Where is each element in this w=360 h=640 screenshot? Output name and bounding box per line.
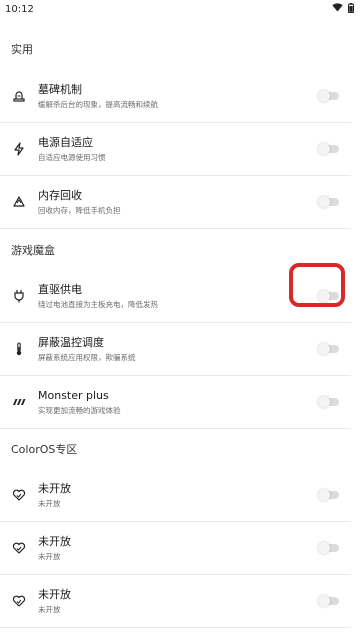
heart-icon bbox=[0, 541, 37, 555]
monster-logo-icon bbox=[0, 395, 37, 409]
setting-row-thermal-block[interactable]: 屏蔽温控调度 屏蔽系统应用权限，欺骗系统 bbox=[0, 323, 351, 376]
setting-title: 未开放 bbox=[38, 534, 71, 548]
setting-subtitle: 绕过电池直接为主板充电，降低发热 bbox=[38, 299, 158, 309]
battery-icon bbox=[348, 2, 354, 16]
setting-row-memory-recycle[interactable]: 内存回收 回收内存，降低手机负担 bbox=[0, 176, 351, 229]
heart-icon bbox=[0, 488, 37, 502]
setting-row-unavailable-3[interactable]: 未开放 未开放 bbox=[0, 575, 351, 628]
heart-icon bbox=[0, 594, 37, 608]
direct-power-toggle[interactable] bbox=[318, 290, 339, 302]
setting-title: Monster plus bbox=[38, 388, 109, 402]
toggle-knob bbox=[318, 489, 330, 501]
unavailable-toggle-1[interactable] bbox=[318, 489, 339, 501]
toggle-knob bbox=[318, 143, 330, 155]
section-header-utility: 实用 bbox=[11, 43, 33, 56]
status-bar: 10:12 bbox=[0, 0, 360, 18]
recycle-icon bbox=[0, 195, 37, 209]
unavailable-toggle-2[interactable] bbox=[318, 542, 339, 554]
toggle-knob bbox=[318, 90, 330, 102]
power-adaptive-toggle[interactable] bbox=[318, 143, 339, 155]
setting-row-monster-plus[interactable]: Monster plus 实现更加流畅的游戏体验 bbox=[0, 376, 351, 429]
monster-plus-toggle[interactable] bbox=[318, 396, 339, 408]
setting-subtitle: 实现更加流畅的游戏体验 bbox=[38, 405, 121, 415]
setting-row-unavailable-1[interactable]: 未开放 未开放 bbox=[0, 469, 351, 522]
setting-title: 电源自适应 bbox=[38, 135, 93, 149]
wifi-icon bbox=[332, 3, 343, 15]
setting-subtitle: 未开放 bbox=[38, 498, 61, 508]
tombstone-toggle[interactable] bbox=[318, 90, 339, 102]
thermal-block-toggle[interactable] bbox=[318, 343, 339, 355]
setting-row-unavailable-2[interactable]: 未开放 未开放 bbox=[0, 522, 351, 575]
setting-title: 屏蔽温控调度 bbox=[38, 335, 104, 349]
plug-icon bbox=[0, 289, 37, 303]
tombstone-icon bbox=[0, 89, 37, 103]
setting-subtitle: 自适应电源使用习惯 bbox=[38, 152, 106, 162]
toggle-knob bbox=[318, 290, 330, 302]
setting-title: 内存回收 bbox=[38, 188, 82, 202]
toggle-knob bbox=[318, 595, 330, 607]
toggle-knob bbox=[318, 396, 330, 408]
setting-subtitle: 未开放 bbox=[38, 551, 61, 561]
thermometer-icon bbox=[0, 342, 37, 356]
setting-title: 未开放 bbox=[38, 587, 71, 601]
unavailable-toggle-3[interactable] bbox=[318, 595, 339, 607]
setting-row-direct-power[interactable]: 直驱供电 绕过电池直接为主板充电，降低发热 bbox=[0, 270, 351, 323]
toggle-knob bbox=[318, 343, 330, 355]
setting-title: 墓碑机制 bbox=[38, 82, 82, 96]
toggle-knob bbox=[318, 542, 330, 554]
toggle-knob bbox=[318, 196, 330, 208]
setting-subtitle: 缓解杀后台的现象，提高流畅和续航 bbox=[38, 99, 158, 109]
lightning-icon bbox=[0, 142, 37, 156]
setting-title: 未开放 bbox=[38, 481, 71, 495]
setting-subtitle: 未开放 bbox=[38, 604, 61, 614]
section-header-game-box: 游戏魔盒 bbox=[11, 244, 55, 257]
status-time: 10:12 bbox=[5, 3, 34, 15]
setting-subtitle: 屏蔽系统应用权限，欺骗系统 bbox=[38, 352, 136, 362]
setting-row-power-adaptive[interactable]: 电源自适应 自适应电源使用习惯 bbox=[0, 123, 351, 176]
setting-title: 直驱供电 bbox=[38, 282, 82, 296]
section-header-coloros: ColorOS专区 bbox=[11, 443, 78, 456]
setting-subtitle: 回收内存，降低手机负担 bbox=[38, 205, 121, 215]
setting-row-tombstone[interactable]: 墓碑机制 缓解杀后台的现象，提高流畅和续航 bbox=[0, 70, 351, 123]
memory-recycle-toggle[interactable] bbox=[318, 196, 339, 208]
